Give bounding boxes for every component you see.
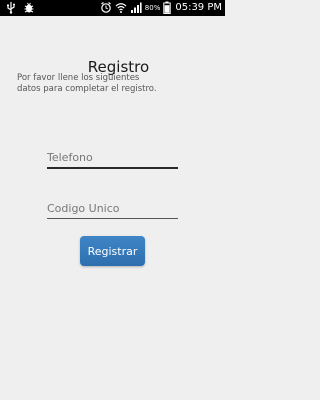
code-underline	[47, 217, 178, 219]
code-field	[47, 197, 178, 219]
bug-icon	[23, 1, 35, 14]
phone-underline	[47, 166, 178, 169]
register-button[interactable]: Registrar	[80, 236, 145, 266]
unique-code-input[interactable]	[47, 199, 178, 218]
battery-percent: 80%	[144, 3, 161, 12]
usb-icon	[5, 1, 17, 14]
subtitle-line-1: Por favor llene los siguientes	[17, 73, 140, 83]
clock: 05:39 PM	[175, 2, 222, 13]
subtitle: Por favor llene los siguientes datos par…	[17, 73, 207, 95]
battery-icon	[163, 1, 172, 14]
phone-input[interactable]	[47, 148, 178, 167]
status-left-icons	[5, 1, 35, 14]
phone-field	[47, 146, 178, 169]
subtitle-line-2: datos para completar el registro.	[17, 84, 157, 94]
wifi-icon	[115, 1, 127, 14]
signal-icon	[130, 1, 142, 14]
alarm-icon	[100, 1, 112, 14]
status-bar: 80% 05:39 PM	[0, 0, 225, 16]
status-right-icons: 80% 05:39 PM	[100, 1, 222, 14]
